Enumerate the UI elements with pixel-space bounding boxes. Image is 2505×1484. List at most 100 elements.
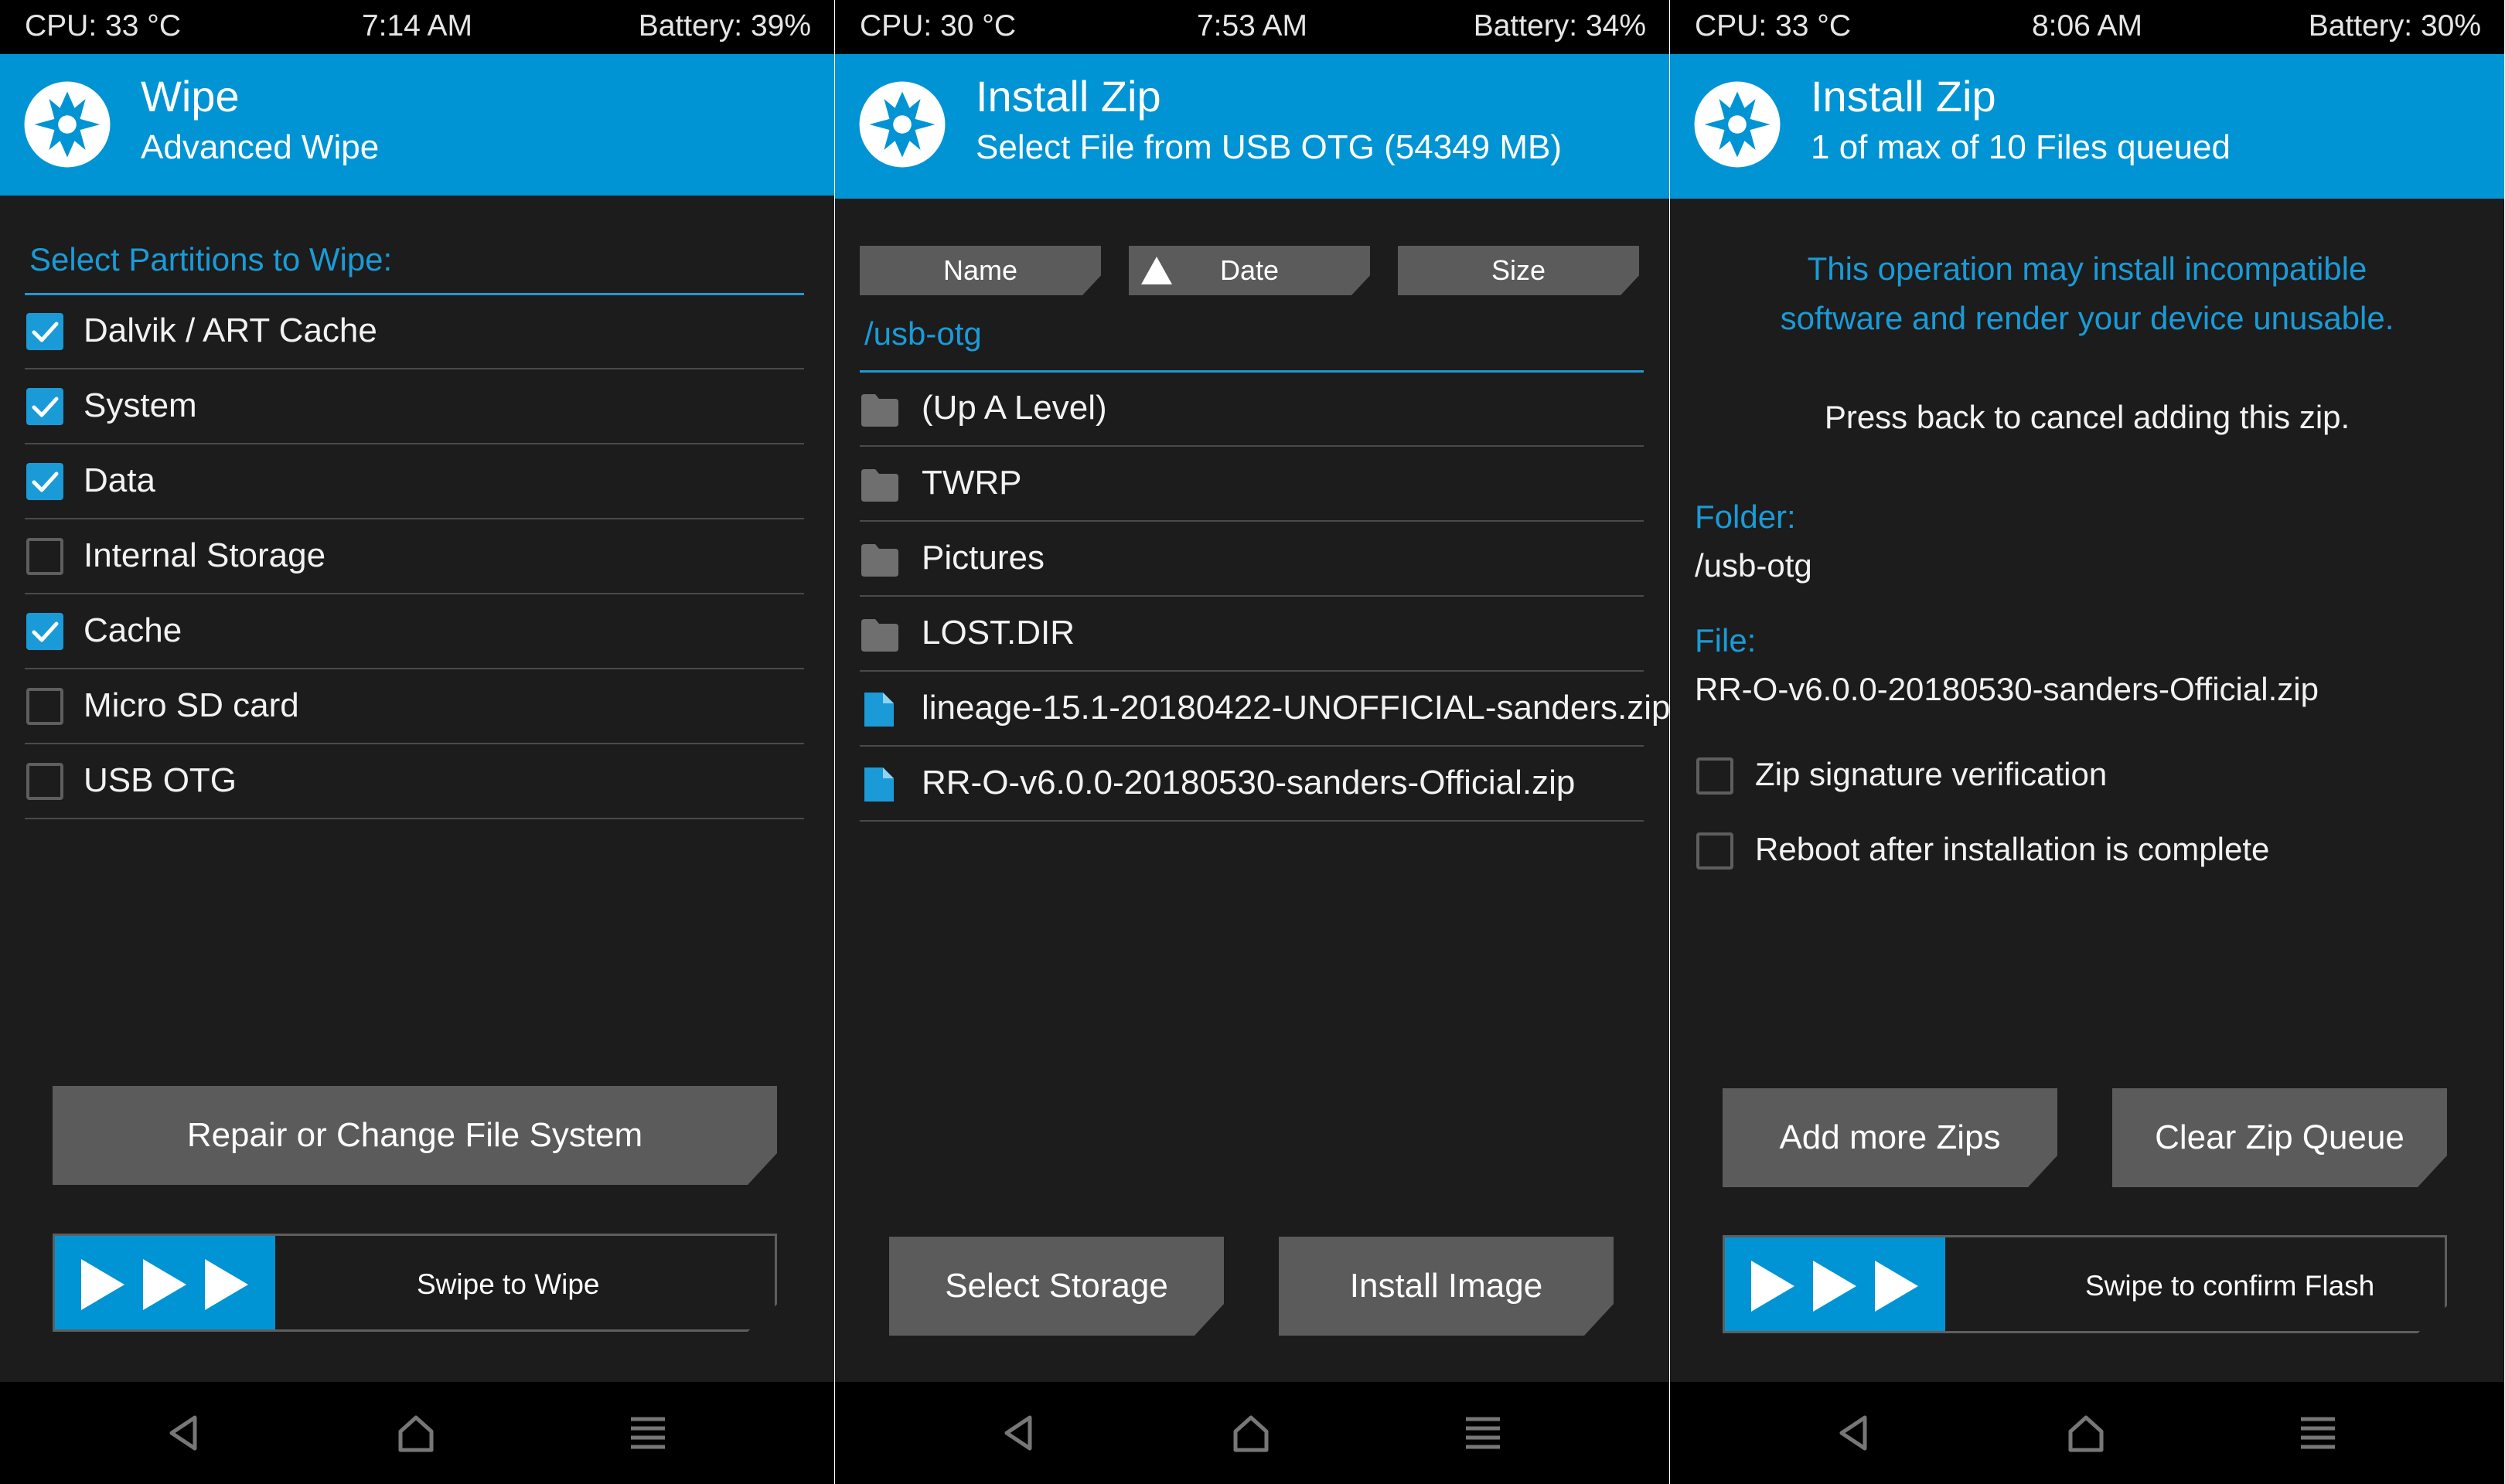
back-icon[interactable]	[996, 1410, 1042, 1456]
twrp-logo-icon	[24, 81, 111, 168]
sort-by-date-button[interactable]: Date	[1129, 246, 1370, 295]
nav-bar	[835, 1382, 1669, 1484]
checkbox-unchecked-icon[interactable]	[26, 763, 63, 800]
file-name: (Up A Level)	[922, 389, 1107, 427]
checkbox-unchecked-icon[interactable]	[26, 538, 63, 575]
swipe-handle[interactable]	[55, 1236, 275, 1329]
folder-row[interactable]: Pictures	[860, 522, 1644, 597]
partition-row-dalvik-art-cache[interactable]: Dalvik / ART Cache	[25, 294, 804, 369]
install-zip-file-browser: CPU: 30 °C 7:53 AM Battery: 34% Install …	[835, 0, 1669, 1484]
page-title: Install Zip	[976, 72, 1161, 121]
repair-filesystem-button[interactable]: Repair or Change File System	[53, 1086, 777, 1185]
partition-label: System	[84, 386, 197, 424]
sort-by-size-button[interactable]: Size	[1398, 246, 1639, 295]
install-zip-confirm: CPU: 33 °C 8:06 AM Battery: 30% Install …	[1670, 0, 2504, 1484]
partition-row-internal-storage[interactable]: Internal Storage	[25, 519, 804, 594]
clear-zip-queue-button[interactable]: Clear Zip Queue	[2112, 1088, 2447, 1187]
current-path: /usb-otg	[864, 315, 982, 352]
file-icon	[860, 766, 900, 803]
checkbox-checked-icon[interactable]	[26, 463, 63, 500]
header: Install Zip 1 of max of 10 Files queued	[1670, 54, 2504, 199]
page-subtitle: 1 of max of 10 Files queued	[1811, 128, 2231, 166]
battery-level: Battery: 34%	[1473, 9, 1646, 43]
swipe-label: Swipe to Wipe	[417, 1268, 600, 1300]
sort-by-name-button[interactable]: Name	[860, 246, 1101, 295]
cpu-temp: CPU: 30 °C	[860, 9, 1016, 43]
partition-label: Dalvik / ART Cache	[84, 311, 377, 349]
cpu-temp: CPU: 33 °C	[25, 9, 181, 43]
nav-bar	[0, 1382, 834, 1484]
partition-row-usb-otg[interactable]: USB OTG	[25, 744, 804, 819]
folder-row[interactable]: (Up A Level)	[860, 372, 1644, 447]
checkbox-checked-icon[interactable]	[26, 613, 63, 650]
swipe-to-flash-slider[interactable]: Swipe to confirm Flash	[1723, 1235, 2447, 1333]
swipe-label: Swipe to confirm Flash	[2085, 1270, 2375, 1302]
clock: 7:53 AM	[1196, 9, 1308, 43]
clock: 8:06 AM	[2031, 9, 2143, 43]
nav-bar	[1670, 1382, 2504, 1484]
twrp-logo-icon	[1694, 81, 1781, 168]
clock: 7:14 AM	[361, 9, 473, 43]
file-name: TWRP	[922, 464, 1022, 502]
zip-file-row[interactable]: lineage-15.1-20180422-UNOFFICIAL-sanders…	[860, 672, 1669, 747]
partition-row-cache[interactable]: Cache	[25, 594, 804, 669]
file-value: RR-O-v6.0.0-20180530-sanders-Official.zi…	[1695, 671, 2319, 707]
status-bar: CPU: 33 °C 7:14 AM Battery: 39%	[0, 0, 834, 54]
warning-line-1: This operation may install incompatible	[1807, 250, 2367, 287]
partition-label: USB OTG	[84, 761, 237, 799]
file-icon	[860, 691, 900, 728]
file-label: File:	[1695, 622, 1757, 659]
warning-line-2: software and render your device unusable…	[1780, 300, 2394, 336]
checkbox-unchecked-icon[interactable]	[26, 688, 63, 725]
file-name: lineage-15.1-20180422-UNOFFICIAL-sanders…	[922, 689, 1669, 727]
triple-arrow-icon	[78, 1258, 256, 1312]
zip-file-row[interactable]: RR-O-v6.0.0-20180530-sanders-Official.zi…	[860, 747, 1644, 822]
cpu-temp: CPU: 33 °C	[1695, 9, 1851, 43]
header: Install Zip Select File from USB OTG (54…	[835, 54, 1669, 199]
checkbox-unchecked-icon[interactable]	[1696, 757, 1733, 795]
partition-row-micro-sd-card[interactable]: Micro SD card	[25, 669, 804, 744]
status-bar: CPU: 33 °C 8:06 AM Battery: 30%	[1670, 0, 2504, 54]
checkbox-unchecked-icon[interactable]	[1696, 832, 1733, 870]
swipe-to-wipe-slider[interactable]: Swipe to Wipe	[53, 1234, 777, 1332]
partition-label: Data	[84, 461, 155, 499]
file-name: RR-O-v6.0.0-20180530-sanders-Official.zi…	[922, 764, 1576, 802]
partition-label: Internal Storage	[84, 536, 326, 574]
home-icon[interactable]	[1228, 1410, 1274, 1456]
page-title: Install Zip	[1811, 72, 1996, 121]
partition-label: Micro SD card	[84, 686, 299, 724]
option-zip-signature-verification[interactable]: Zip signature verification	[1695, 742, 2468, 804]
battery-level: Battery: 39%	[638, 9, 811, 43]
page-title: Wipe	[141, 72, 240, 121]
install-image-button[interactable]: Install Image	[1279, 1237, 1614, 1336]
select-storage-button[interactable]: Select Storage	[889, 1237, 1224, 1336]
menu-icon[interactable]	[2295, 1410, 2341, 1456]
back-icon[interactable]	[1831, 1410, 1877, 1456]
folder-label: Folder:	[1695, 499, 1796, 535]
swipe-handle[interactable]	[1725, 1237, 1945, 1331]
partition-row-system[interactable]: System	[25, 369, 804, 444]
file-name: LOST.DIR	[922, 614, 1075, 652]
option-reboot-after-installation-is-complete[interactable]: Reboot after installation is complete	[1695, 817, 2468, 879]
home-icon[interactable]	[2063, 1410, 2109, 1456]
home-icon[interactable]	[393, 1410, 439, 1456]
triple-arrow-icon	[1748, 1259, 1926, 1313]
folder-row[interactable]: TWRP	[860, 447, 1644, 522]
twrp-logo-icon	[859, 81, 946, 168]
menu-icon[interactable]	[625, 1410, 671, 1456]
section-label: Select Partitions to Wipe:	[29, 241, 393, 277]
back-icon[interactable]	[161, 1410, 207, 1456]
add-more-zips-button[interactable]: Add more Zips	[1723, 1088, 2057, 1187]
folder-icon	[860, 466, 900, 503]
checkbox-checked-icon[interactable]	[26, 388, 63, 425]
page-subtitle: Advanced Wipe	[141, 128, 380, 166]
page-subtitle: Select File from USB OTG (54349 MB)	[976, 128, 1562, 166]
folder-icon	[860, 616, 900, 653]
cancel-hint: Press back to cancel adding this zip.	[1824, 399, 2350, 435]
status-bar: CPU: 30 °C 7:53 AM Battery: 34%	[835, 0, 1669, 54]
menu-icon[interactable]	[1460, 1410, 1506, 1456]
battery-level: Battery: 30%	[2308, 9, 2481, 43]
checkbox-checked-icon[interactable]	[26, 313, 63, 350]
partition-row-data[interactable]: Data	[25, 444, 804, 519]
folder-row[interactable]: LOST.DIR	[860, 597, 1644, 672]
